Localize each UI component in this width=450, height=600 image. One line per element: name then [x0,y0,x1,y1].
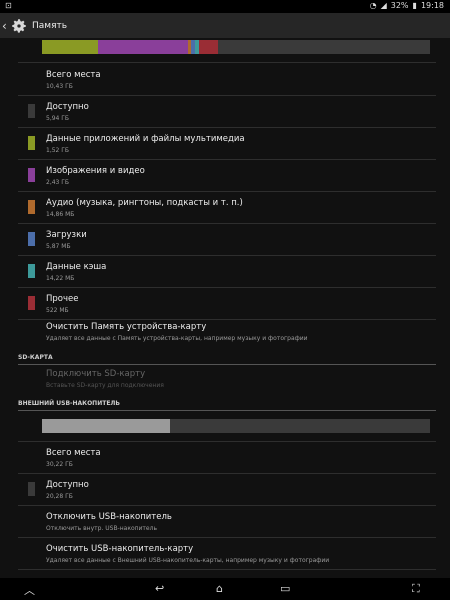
back-icon[interactable]: ↩ [155,582,164,595]
usb-total-row: Всего места 30,22 ГБ [0,443,450,473]
storage-item-value: 5,94 ГБ [46,115,70,122]
settings-gear-icon [10,17,28,35]
divider [18,569,436,570]
storage-item-row[interactable]: Аудио (музыка, рингтоны, подкасты и т. п… [0,192,450,224]
connect-sd-card-sub: Вставьте SD-карту для подключения [46,382,164,389]
screenshot-icon[interactable]: ⛶ [412,582,420,596]
usb-total-value: 30,22 ГБ [46,461,73,468]
storage-item-swatch [28,232,35,246]
storage-item-value: 1,52 ГБ [46,147,70,154]
divider [18,505,436,506]
storage-item-row[interactable]: Изображения и видео 2,43 ГБ [0,160,450,192]
collapse-icon[interactable]: ︿ [24,582,35,598]
storage-item-row[interactable]: Данные кэша 14,22 МБ [0,256,450,288]
usb-available-value: 20,28 ГБ [46,493,73,500]
divider [18,441,436,442]
clock: 19:18 [420,1,444,10]
section-divider [18,364,436,365]
storage-item-value: 10,43 ГБ [46,83,73,90]
section-divider [18,410,436,411]
storage-item-label: Загрузки [46,230,87,240]
storage-item-label: Доступно [46,102,89,112]
clear-usb-row[interactable]: Очистить USB-накопитель-карту Удаляет вс… [0,539,450,569]
storage-item-label: Аудио (музыка, рингтоны, подкасты и т. п… [46,198,243,208]
device-storage-usage-bar [42,40,430,54]
clear-device-storage-row[interactable]: Очистить Память устройства-карту Удаляет… [0,318,450,350]
battery-icon: ▮ [412,1,417,10]
signal-icon: ◢ [380,1,387,10]
connect-sd-card-label: Подключить SD-карту [46,369,146,379]
clear-usb-sub: Удаляет все данные с Внешний USB-накопит… [46,557,330,564]
usb-available-swatch [28,482,35,496]
storage-item-label: Изображения и видео [46,166,145,176]
sd-card-section-header: SD-КАРТА [18,354,53,361]
storage-item-swatch [28,200,35,214]
clear-device-storage-label: Очистить Память устройства-карту [46,322,207,332]
storage-item-row: Всего места 10,43 ГБ [0,64,450,96]
storage-item-label: Данные приложений и файлы мультимедиа [46,134,245,144]
storage-item-label: Всего места [46,70,101,80]
unmount-usb-sub: Отключить внутр. USB-накопитель [46,525,157,532]
storage-item-row[interactable]: Данные приложений и файлы мультимедиа 1,5… [0,128,450,160]
storage-item-value: 522 МБ [46,307,69,314]
usb-available-label: Доступно [46,480,89,490]
storage-item-swatch [28,136,35,150]
navigation-bar: ︿ ↩ ⌂ ▭ ⛶ [0,578,450,600]
storage-content[interactable]: Всего места 10,43 ГБ Доступно 5,94 ГБ Данные… [0,38,450,578]
home-icon[interactable]: ⌂ [216,582,223,595]
storage-item-swatch [28,264,35,278]
back-chevron-icon[interactable]: ‹ [2,19,10,33]
unmount-usb-row[interactable]: Отключить USB-накопитель Отключить внутр… [0,507,450,537]
storage-item-swatch [28,104,35,118]
storage-item-label: Прочее [46,294,79,304]
unmount-usb-label: Отключить USB-накопитель [46,512,172,522]
clear-usb-label: Очистить USB-накопитель-карту [46,544,194,554]
storage-item-swatch [28,296,35,310]
usb-total-label: Всего места [46,448,101,458]
usage-segment-other [198,40,219,54]
recent-apps-icon[interactable]: ▭ [280,582,290,595]
storage-item-value: 5,87 МБ [46,243,71,250]
page-title: Память [32,20,68,31]
battery-level: 32% [390,1,409,10]
storage-item-label: Данные кэша [46,262,107,272]
storage-item-row[interactable]: Загрузки 5,87 МБ [0,224,450,256]
storage-item-value: 14,86 МБ [46,211,75,218]
usb-used-segment [42,419,171,433]
notification-icon: ⊡ [5,1,12,10]
storage-item-row[interactable]: Прочее 522 МБ [0,288,450,320]
action-bar: ‹ Память [0,13,450,38]
storage-item-value: 14,22 МБ [46,275,75,282]
clear-device-storage-sub: Удаляет все данные с Память устройства-к… [46,335,308,342]
usage-segment-apps [42,40,99,54]
divider [18,537,436,538]
connect-sd-card-row: Подключить SD-карту Вставьте SD-карту дл… [0,366,450,394]
usb-section-header: ВНЕШНИЙ USB-НАКОПИТЕЛЬ [18,400,120,407]
usage-segment-images [98,40,188,54]
storage-item-row[interactable]: Доступно 5,94 ГБ [0,96,450,128]
status-bar: ⊡ ◔ ◢ 32% ▮ 19:18 [0,0,450,13]
usb-storage-usage-bar [42,419,430,433]
divider [18,473,436,474]
divider [18,62,436,63]
wifi-icon: ◔ [369,1,377,10]
usb-available-row: Доступно 20,28 ГБ [0,475,450,505]
storage-item-value: 2,43 ГБ [46,179,70,186]
storage-item-swatch [28,168,35,182]
